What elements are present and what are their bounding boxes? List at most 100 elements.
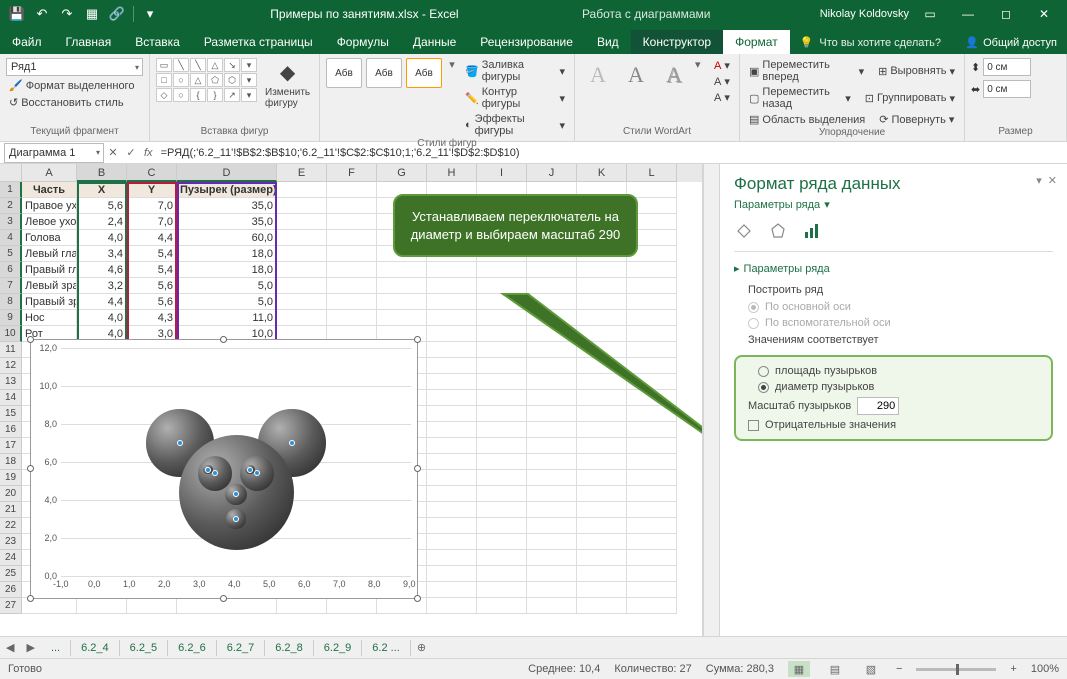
fill-tab-icon[interactable]	[734, 221, 754, 241]
row-header[interactable]: 19	[0, 470, 22, 486]
sheet-tab[interactable]: 6.2_8	[265, 640, 314, 656]
cell[interactable]	[577, 310, 627, 326]
cell[interactable]	[377, 294, 427, 310]
cell[interactable]	[277, 278, 327, 294]
ribbon-opts-icon[interactable]: ▭	[913, 0, 947, 28]
row-header[interactable]: 1	[0, 182, 22, 198]
cell[interactable]: Правый глаз	[22, 262, 77, 278]
cell[interactable]	[377, 310, 427, 326]
row-header[interactable]: 16	[0, 422, 22, 438]
cell[interactable]	[627, 342, 677, 358]
cell[interactable]	[627, 454, 677, 470]
cell[interactable]: Левый зрачок	[22, 278, 77, 294]
sheet-tab[interactable]: 6.2_6	[168, 640, 217, 656]
cell[interactable]	[477, 278, 527, 294]
cell[interactable]	[527, 502, 577, 518]
cell[interactable]	[477, 406, 527, 422]
zoom-out-icon[interactable]: −	[896, 663, 902, 675]
cell[interactable]	[177, 598, 277, 614]
cell[interactable]: 5,4	[127, 262, 177, 278]
cell[interactable]	[427, 454, 477, 470]
shape-outline-button[interactable]: ✏️Контур фигуры ▾	[462, 85, 568, 111]
cell[interactable]	[327, 230, 377, 246]
cell[interactable]	[527, 358, 577, 374]
cell[interactable]	[527, 566, 577, 582]
undo-icon[interactable]: ↶	[31, 3, 53, 25]
cell[interactable]: 5,6	[127, 278, 177, 294]
tab-design[interactable]: Конструктор	[631, 30, 723, 54]
qat-icon[interactable]: ▦	[81, 3, 103, 25]
cell[interactable]	[277, 230, 327, 246]
cell[interactable]	[277, 214, 327, 230]
cell[interactable]: 7,0	[127, 214, 177, 230]
row-header[interactable]: 13	[0, 374, 22, 390]
cell[interactable]	[327, 262, 377, 278]
cell[interactable]	[577, 262, 627, 278]
cell[interactable]	[627, 566, 677, 582]
new-sheet-icon[interactable]: ⊕	[411, 641, 432, 654]
data-point[interactable]	[247, 467, 253, 473]
row-header[interactable]: 24	[0, 550, 22, 566]
row-header[interactable]: 23	[0, 534, 22, 550]
rotate-button[interactable]: ⟳ Повернуть ▾	[876, 112, 957, 127]
row-header[interactable]: 3	[0, 214, 22, 230]
data-point[interactable]	[233, 516, 239, 522]
cell[interactable]	[427, 566, 477, 582]
cell[interactable]: 60,0	[177, 230, 277, 246]
cell[interactable]	[477, 374, 527, 390]
cell[interactable]	[627, 518, 677, 534]
cell[interactable]	[577, 582, 627, 598]
cell[interactable]: 35,0	[177, 214, 277, 230]
row-header[interactable]: 14	[0, 390, 22, 406]
shapes-gallery[interactable]: ▭╲╲△↘▾ □○△⬠⬡▾ ◇○{}↗▾	[156, 58, 257, 102]
cell[interactable]	[627, 326, 677, 342]
cell[interactable]: 18,0	[177, 262, 277, 278]
tab-nav-prev-icon[interactable]: ◀	[0, 641, 20, 654]
cell[interactable]	[427, 422, 477, 438]
select-all[interactable]	[0, 164, 22, 182]
cell[interactable]	[527, 278, 577, 294]
cell[interactable]	[477, 598, 527, 614]
cell[interactable]: 5,0	[177, 278, 277, 294]
edit-shape-button[interactable]: ◆Изменить фигуру	[261, 58, 314, 111]
cell[interactable]: 4,0	[77, 230, 127, 246]
row-header[interactable]: 18	[0, 454, 22, 470]
cell[interactable]	[327, 182, 377, 198]
height-input[interactable]: 0 см	[983, 58, 1031, 76]
cell[interactable]: 3,2	[77, 278, 127, 294]
cell[interactable]	[577, 406, 627, 422]
qat-more-icon[interactable]: ▾	[139, 3, 161, 25]
element-selector[interactable]: Ряд1	[6, 58, 143, 76]
sheet-tab[interactable]: 6.2_5	[120, 640, 169, 656]
col-header[interactable]: E	[277, 164, 327, 182]
cell[interactable]	[327, 214, 377, 230]
cell[interactable]: Y	[127, 182, 177, 198]
data-point[interactable]	[177, 440, 183, 446]
cell[interactable]	[627, 358, 677, 374]
zoom-in-icon[interactable]: +	[1010, 663, 1016, 675]
cell[interactable]: 4,0	[77, 310, 127, 326]
cell[interactable]	[577, 502, 627, 518]
sheet-tab[interactable]: ...	[41, 640, 71, 656]
cell[interactable]	[477, 518, 527, 534]
tab-data[interactable]: Данные	[401, 30, 468, 54]
cell[interactable]	[427, 374, 477, 390]
wordart-style[interactable]: A	[657, 58, 691, 92]
cell[interactable]	[577, 598, 627, 614]
cell[interactable]: 5,6	[77, 198, 127, 214]
cell[interactable]	[427, 486, 477, 502]
row-header[interactable]: 20	[0, 486, 22, 502]
row-header[interactable]: 9	[0, 310, 22, 326]
cell[interactable]: Часть	[22, 182, 77, 198]
vertical-scrollbar[interactable]	[703, 164, 719, 636]
send-backward-button[interactable]: ▢ Переместить назад ▾	[746, 85, 854, 111]
bring-forward-button[interactable]: ▣ Переместить вперед ▾	[746, 58, 867, 84]
worksheet-grid[interactable]: ABCDEFGHIJKL 1ЧастьXYПузырек (размер)2Пр…	[0, 164, 703, 636]
effects-tab-icon[interactable]	[768, 221, 788, 241]
cell[interactable]	[577, 486, 627, 502]
row-header[interactable]: 22	[0, 518, 22, 534]
shape-effects-button[interactable]: ◐Эффекты фигуры ▾	[462, 112, 568, 138]
zoom-level[interactable]: 100%	[1031, 663, 1059, 675]
cell[interactable]	[577, 390, 627, 406]
cell[interactable]	[477, 310, 527, 326]
